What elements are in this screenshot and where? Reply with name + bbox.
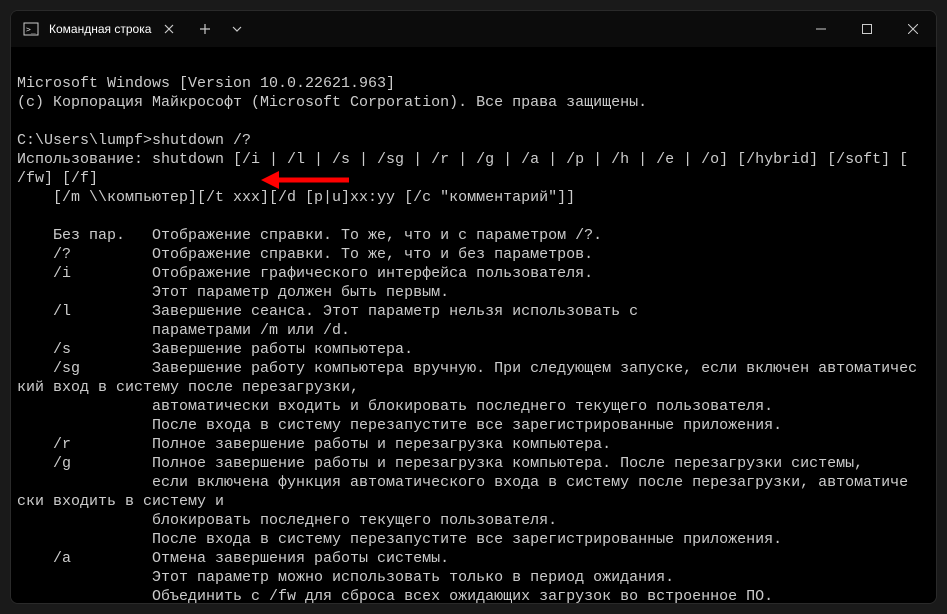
- cmd-icon: >_: [23, 21, 39, 37]
- output-line: блокировать последнего текущего пользова…: [17, 512, 557, 529]
- titlebar: >_ Командная строка: [11, 11, 936, 47]
- output-line: /sg Завершение работу компьютера вручную…: [17, 360, 917, 377]
- new-tab-button[interactable]: [189, 11, 221, 47]
- output-line: Этот параметр можно использовать только …: [17, 569, 674, 586]
- output-line: [/m \\компьютер][/t xxx][/d [p|u]xx:yy […: [17, 189, 575, 206]
- output-line: /? Отображение справки. То же, что и без…: [17, 246, 593, 263]
- output-line: /s Завершение работы компьютера.: [17, 341, 413, 358]
- output-line: Использование: shutdown [/i | /l | /s | …: [17, 151, 908, 168]
- output-line: /i Отображение графического интерфейса п…: [17, 265, 593, 282]
- output-line: параметрами /m или /d.: [17, 322, 350, 339]
- minimize-button[interactable]: [798, 11, 844, 47]
- tab-dropdown-button[interactable]: [221, 11, 253, 47]
- window-controls: [798, 11, 936, 47]
- output-line: автоматически входить и блокировать посл…: [17, 398, 773, 415]
- output-line: /fw] [/f]: [17, 170, 98, 187]
- svg-text:>_: >_: [26, 25, 36, 34]
- output-line: После входа в систему перезапустите все …: [17, 417, 782, 434]
- output-line: /l Завершение сеанса. Этот параметр нель…: [17, 303, 638, 320]
- tab-title: Командная строка: [49, 22, 151, 36]
- close-button[interactable]: [890, 11, 936, 47]
- terminal-window: >_ Командная строка: [10, 10, 937, 604]
- tab-close-button[interactable]: [161, 21, 177, 37]
- output-line: Объединить с /fw для сброса всех ожидающ…: [17, 588, 773, 603]
- output-line: Этот параметр должен быть первым.: [17, 284, 449, 301]
- output-line: (c) Корпорация Майкрософт (Microsoft Cor…: [17, 94, 647, 111]
- tab-strip: >_ Командная строка: [11, 11, 253, 47]
- output-line: ски входить в систему и: [17, 493, 224, 510]
- maximize-button[interactable]: [844, 11, 890, 47]
- output-line: Microsoft Windows [Version 10.0.22621.96…: [17, 75, 395, 92]
- output-line: кий вход в систему после перезагрузки,: [17, 379, 359, 396]
- prompt-line: C:\Users\lumpf>shutdown /?: [17, 132, 251, 149]
- output-line: /r Полное завершение работы и перезагруз…: [17, 436, 611, 453]
- output-line: /a Отмена завершения работы системы.: [17, 550, 449, 567]
- output-line: /g Полное завершение работы и перезагруз…: [17, 455, 863, 472]
- output-line: После входа в систему перезапустите все …: [17, 531, 782, 548]
- terminal-output[interactable]: Microsoft Windows [Version 10.0.22621.96…: [11, 47, 936, 603]
- output-line: если включена функция автоматического вх…: [17, 474, 908, 491]
- tab-command-prompt[interactable]: >_ Командная строка: [11, 11, 189, 47]
- output-line: Без пар. Отображение справки. То же, что…: [17, 227, 602, 244]
